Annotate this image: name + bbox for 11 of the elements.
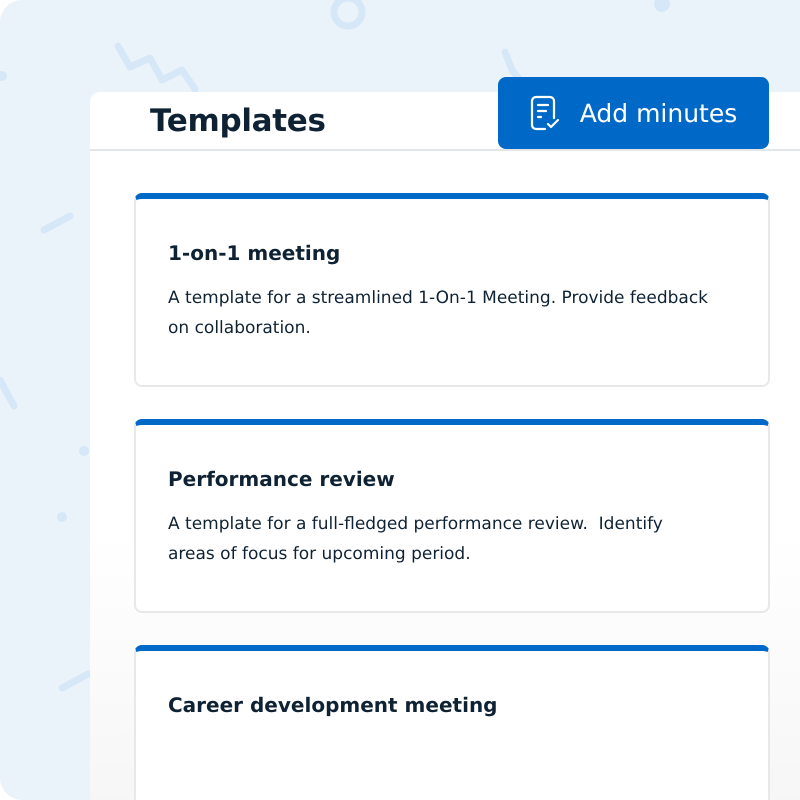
template-title: 1-on-1 meeting <box>168 241 342 265</box>
checked-document-icon <box>530 95 560 131</box>
page-title: Templates <box>150 102 326 138</box>
template-description: A template for a streamlined 1-On-1 Meeting. Provide feedback on collaboration. <box>168 287 708 340</box>
template-card[interactable]: Performance review A template for a full-fledged performance review. Identify areas of focus for upcoming period. <box>134 419 770 613</box>
template-description: A template for a full-fledged performance review. Identify areas of focus for upcoming period. <box>168 513 664 566</box>
template-card[interactable]: Career development meeting <box>134 645 770 800</box>
add-minutes-button[interactable]: Add minutes <box>498 77 769 149</box>
template-title: Performance review <box>168 467 396 491</box>
template-card[interactable]: 1-on-1 meeting A template for a streamlined 1-On-1 Meeting. Provide feedback on collaboration. <box>134 193 770 387</box>
template-title: Career development meeting <box>168 693 498 717</box>
